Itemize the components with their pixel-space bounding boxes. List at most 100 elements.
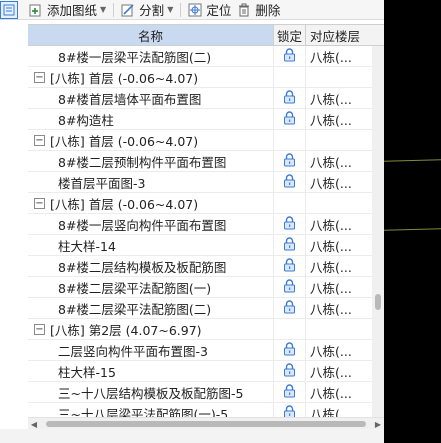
lock-cell[interactable] [274, 88, 306, 108]
lock-cell[interactable] [274, 130, 306, 150]
drawing-row[interactable]: 二层竖向构件平面布置图-3 八栋(... [28, 340, 384, 361]
drawing-list: 8#楼一层梁平法配筋图(二) 八栋(... − [八栋] 首层 (-0.06~4.07… [28, 46, 384, 417]
lock-icon[interactable] [283, 152, 296, 170]
floor-cell[interactable] [306, 319, 372, 339]
lock-cell[interactable] [274, 235, 306, 255]
lock-icon[interactable] [283, 299, 296, 317]
lock-icon[interactable] [283, 215, 296, 233]
vertical-scrollbar[interactable] [372, 46, 384, 417]
lock-cell[interactable] [274, 256, 306, 276]
lock-cell[interactable] [274, 151, 306, 171]
delete-button[interactable]: 删除 [234, 0, 283, 20]
drawing-name-text: 8#楼二层梁平法配筋图(二) [58, 301, 212, 317]
drawing-row[interactable]: 8#构造柱 八栋(... [28, 109, 384, 130]
floor-cell[interactable]: 八栋(... [306, 151, 372, 171]
drawing-name-cell: 8#楼二层结构模板及板配筋图 [28, 256, 274, 276]
toolbar-divider [113, 2, 115, 17]
floor-cell[interactable]: 八栋(... [306, 361, 372, 381]
lock-cell[interactable] [274, 214, 306, 234]
drawing-name-text: 8#楼二层结构模板及板配筋图 [58, 259, 227, 275]
lock-cell[interactable] [274, 340, 306, 360]
floor-cell[interactable] [306, 67, 372, 87]
lock-icon[interactable] [283, 47, 296, 65]
drawing-row[interactable]: 楼首层平面图-3 八栋(... [28, 172, 384, 193]
column-header-name[interactable]: 名称 [28, 25, 274, 45]
lock-cell[interactable] [274, 109, 306, 129]
floor-cell[interactable]: 八栋(... [306, 46, 372, 66]
horizontal-scrollbar[interactable]: ◀ ▶ [28, 417, 384, 429]
lock-icon[interactable] [283, 257, 296, 275]
column-header-lock[interactable]: 锁定 [274, 25, 306, 45]
drawing-name-cell: 8#楼一层竖向构件平面布置图 [28, 214, 274, 234]
drawing-row[interactable]: 8#楼首层墙体平面布置图 八栋(... [28, 88, 384, 109]
horizontal-scroll-thumb[interactable] [46, 421, 366, 427]
lock-icon[interactable] [283, 404, 296, 417]
drawing-row[interactable]: 8#楼一层梁平法配筋图(二) 八栋(... [28, 46, 384, 67]
floor-group-row[interactable]: − [八栋] 首层 (-0.06~4.07) [28, 193, 384, 214]
lock-cell[interactable] [274, 361, 306, 381]
lock-cell[interactable] [274, 67, 306, 87]
split-icon [121, 3, 135, 17]
lock-icon[interactable] [283, 89, 296, 107]
lock-icon[interactable] [283, 341, 296, 359]
lock-cell[interactable] [274, 193, 306, 213]
lock-icon[interactable] [283, 236, 296, 254]
drawing-name-text: 柱大样-15 [58, 364, 116, 380]
collapse-toggle-icon[interactable]: − [34, 134, 45, 146]
chevron-down-icon[interactable]: ▼ [167, 5, 173, 14]
drawing-row[interactable]: 柱大样-15 八栋(... [28, 361, 384, 382]
status-strip [0, 429, 384, 443]
lock-icon[interactable] [283, 383, 296, 401]
floor-cell[interactable]: 八栋(... [306, 277, 372, 297]
floor-cell[interactable]: 八栋(... [306, 403, 372, 418]
chevron-down-icon[interactable]: ▼ [100, 5, 106, 14]
floor-cell[interactable]: 八栋(... [306, 382, 372, 402]
lock-cell[interactable] [274, 382, 306, 402]
delete-label: 删除 [255, 3, 281, 18]
lock-cell[interactable] [274, 298, 306, 318]
lock-icon[interactable] [283, 173, 296, 191]
drawing-viewport[interactable] [384, 0, 441, 443]
collapse-toggle-icon[interactable]: − [34, 197, 45, 209]
drawing-row[interactable]: 8#楼一层竖向构件平面布置图 八栋(... [28, 214, 384, 235]
floor-cell[interactable]: 八栋(... [306, 88, 372, 108]
floor-cell[interactable]: 八栋(... [306, 298, 372, 318]
locate-button[interactable]: 定位 [185, 0, 234, 20]
floor-cell[interactable]: 八栋(... [306, 256, 372, 276]
lock-cell[interactable] [274, 319, 306, 339]
floor-cell[interactable] [306, 130, 372, 150]
lock-icon[interactable] [283, 278, 296, 296]
drawing-name-cell: 柱大样-15 [28, 361, 274, 381]
lock-cell[interactable] [274, 172, 306, 192]
lock-cell[interactable] [274, 46, 306, 66]
floor-cell[interactable]: 八栋(... [306, 172, 372, 192]
floor-group-row[interactable]: − [八栋] 第2层 (4.07~6.97) [28, 319, 384, 340]
panel-mode-icon[interactable] [0, 0, 18, 19]
floor-group-row[interactable]: − [八栋] 首层 (-0.06~4.07) [28, 67, 384, 88]
drawing-row[interactable]: 柱大样-14 八栋(... [28, 235, 384, 256]
drawing-row[interactable]: 8#楼二层梁平法配筋图(二) 八栋(... [28, 298, 384, 319]
drawing-name-cell: 8#楼二层梁平法配筋图(一) [28, 277, 274, 297]
lock-cell[interactable] [274, 403, 306, 417]
drawing-name-text: [八栋] 首层 (-0.06~4.07) [50, 196, 199, 212]
lock-icon[interactable] [283, 362, 296, 380]
collapse-toggle-icon[interactable]: − [34, 323, 45, 335]
drawing-row[interactable]: 8#楼二层梁平法配筋图(一) 八栋(... [28, 277, 384, 298]
collapse-toggle-icon[interactable]: − [34, 71, 45, 83]
drawing-row[interactable]: 8#楼二层预制构件平面布置图 八栋(... [28, 151, 384, 172]
drawing-row[interactable]: 8#楼二层结构模板及板配筋图 八栋(... [28, 256, 384, 277]
floor-cell[interactable]: 八栋(... [306, 340, 372, 360]
floor-group-row[interactable]: − [八栋] 首层 (-0.06~4.07) [28, 130, 384, 151]
split-button[interactable]: 分割 ▼ [118, 0, 176, 20]
floor-cell[interactable]: 八栋(... [306, 214, 372, 234]
add-drawing-button[interactable]: 添加图纸 ▼ [26, 0, 109, 20]
lock-cell[interactable] [274, 277, 306, 297]
drawing-row[interactable]: 三~十八层梁平法配筋图(一)-5 八栋(... [28, 403, 384, 417]
vertical-scroll-thumb[interactable] [375, 294, 381, 310]
drawing-row[interactable]: 三~十八层结构模板及板配筋图-5 八栋(... [28, 382, 384, 403]
floor-cell[interactable] [306, 193, 372, 213]
column-header-floor[interactable]: 对应楼层 [306, 25, 384, 45]
floor-cell[interactable]: 八栋(... [306, 109, 372, 129]
floor-cell[interactable]: 八栋(... [306, 235, 372, 255]
lock-icon[interactable] [283, 110, 296, 128]
